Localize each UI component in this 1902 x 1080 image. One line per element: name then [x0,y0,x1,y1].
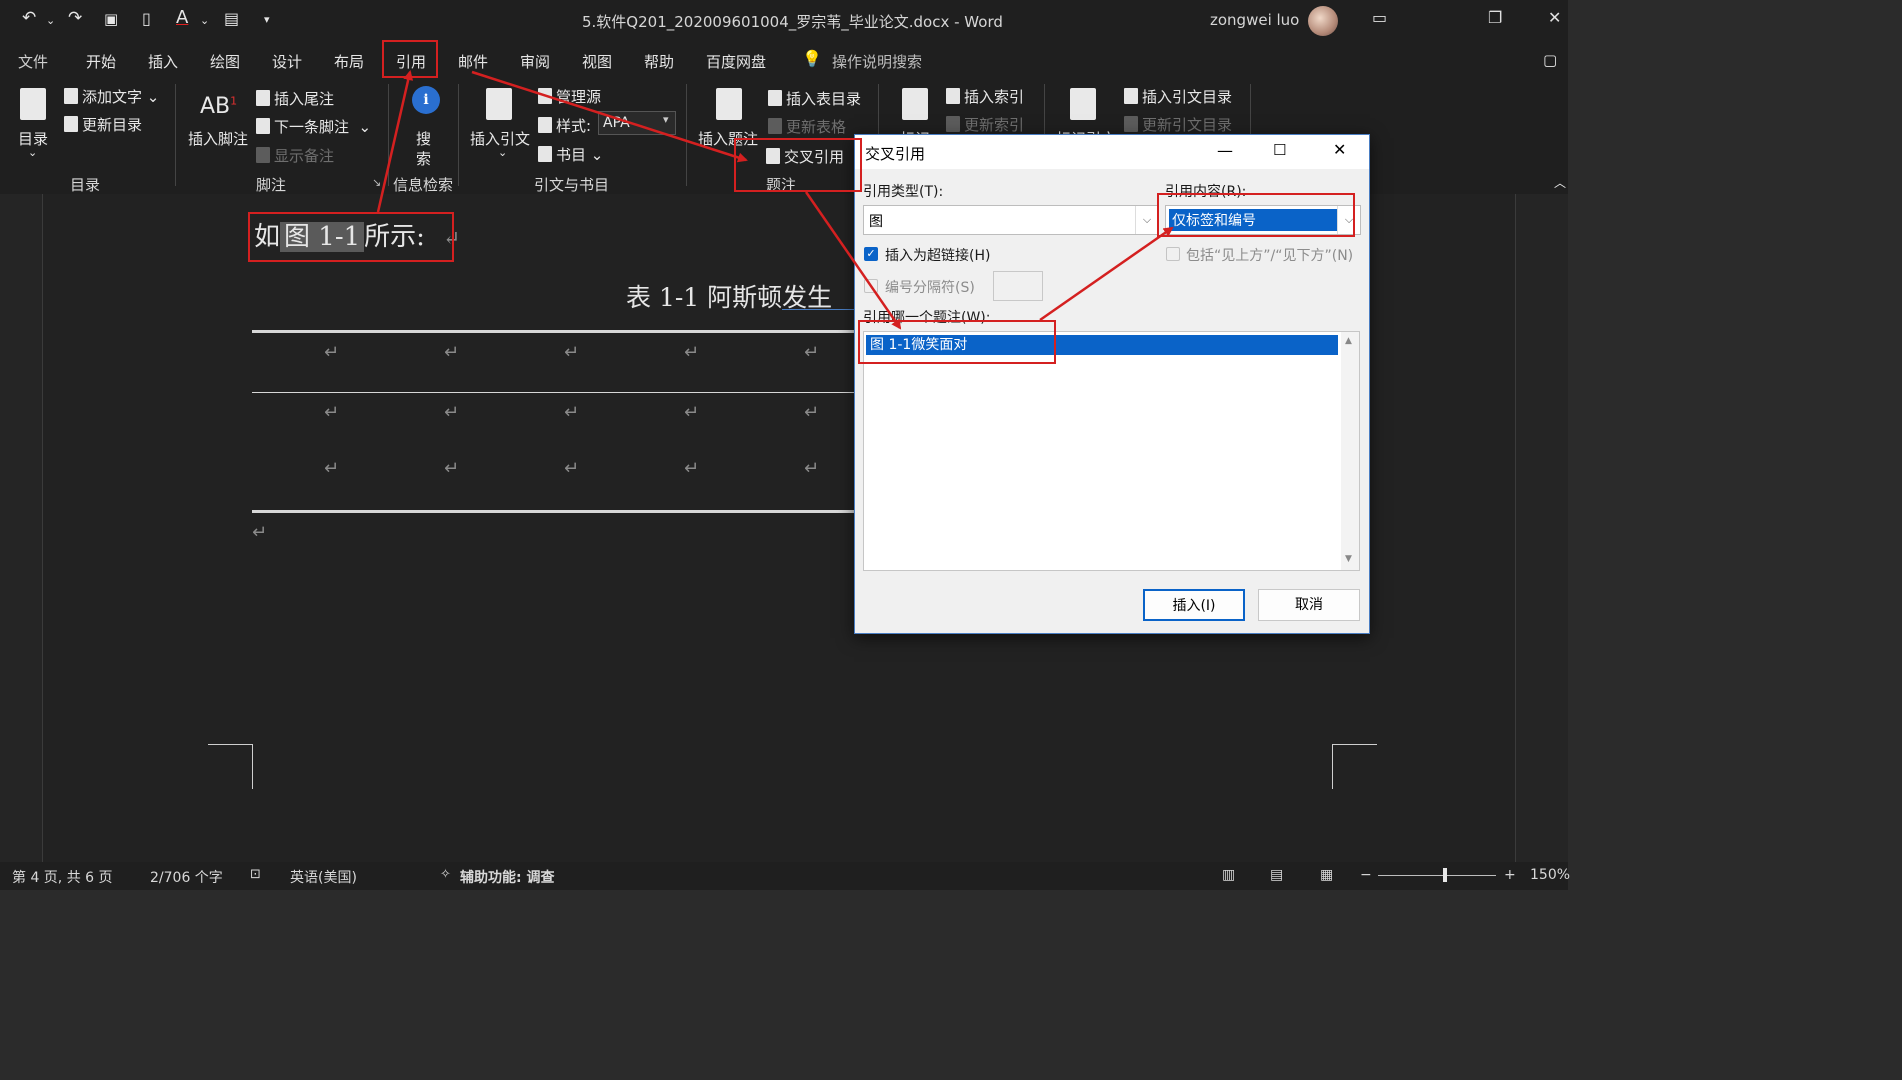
zoom-in-icon[interactable]: + [1504,867,1516,883]
zoom-out-icon[interactable]: − [1360,867,1372,883]
arrow-to-references-tab [376,70,414,213]
accessibility-icon: ✧ [440,867,451,882]
language[interactable]: 英语(美国) [290,867,357,887]
page-count[interactable]: 第 4 页, 共 6 页 [12,867,113,887]
arrow-to-caption-item [804,191,902,330]
web-layout-icon[interactable]: ▦ [1320,867,1333,883]
arrow-to-cross-reference [471,70,748,163]
word-count[interactable]: 2/706 个字 [150,867,223,887]
proofing-icon[interactable]: ⊡ [250,867,261,882]
read-mode-icon[interactable]: ▥ [1222,867,1235,883]
arrow-to-reference-content [1039,226,1174,322]
zoom-slider[interactable] [1378,875,1496,876]
zoom-level[interactable]: 150% [1530,867,1570,883]
accessibility-status[interactable]: 辅助功能: 调查 [460,867,554,887]
annotation-arrows [376,70,1174,330]
zoom-slider-thumb[interactable] [1443,868,1447,882]
status-bar: 第 4 页, 共 6 页 2/706 个字 ⊡ 英语(美国) ✧ 辅助功能: 调… [0,862,1570,890]
print-layout-icon[interactable]: ▤ [1270,867,1283,883]
